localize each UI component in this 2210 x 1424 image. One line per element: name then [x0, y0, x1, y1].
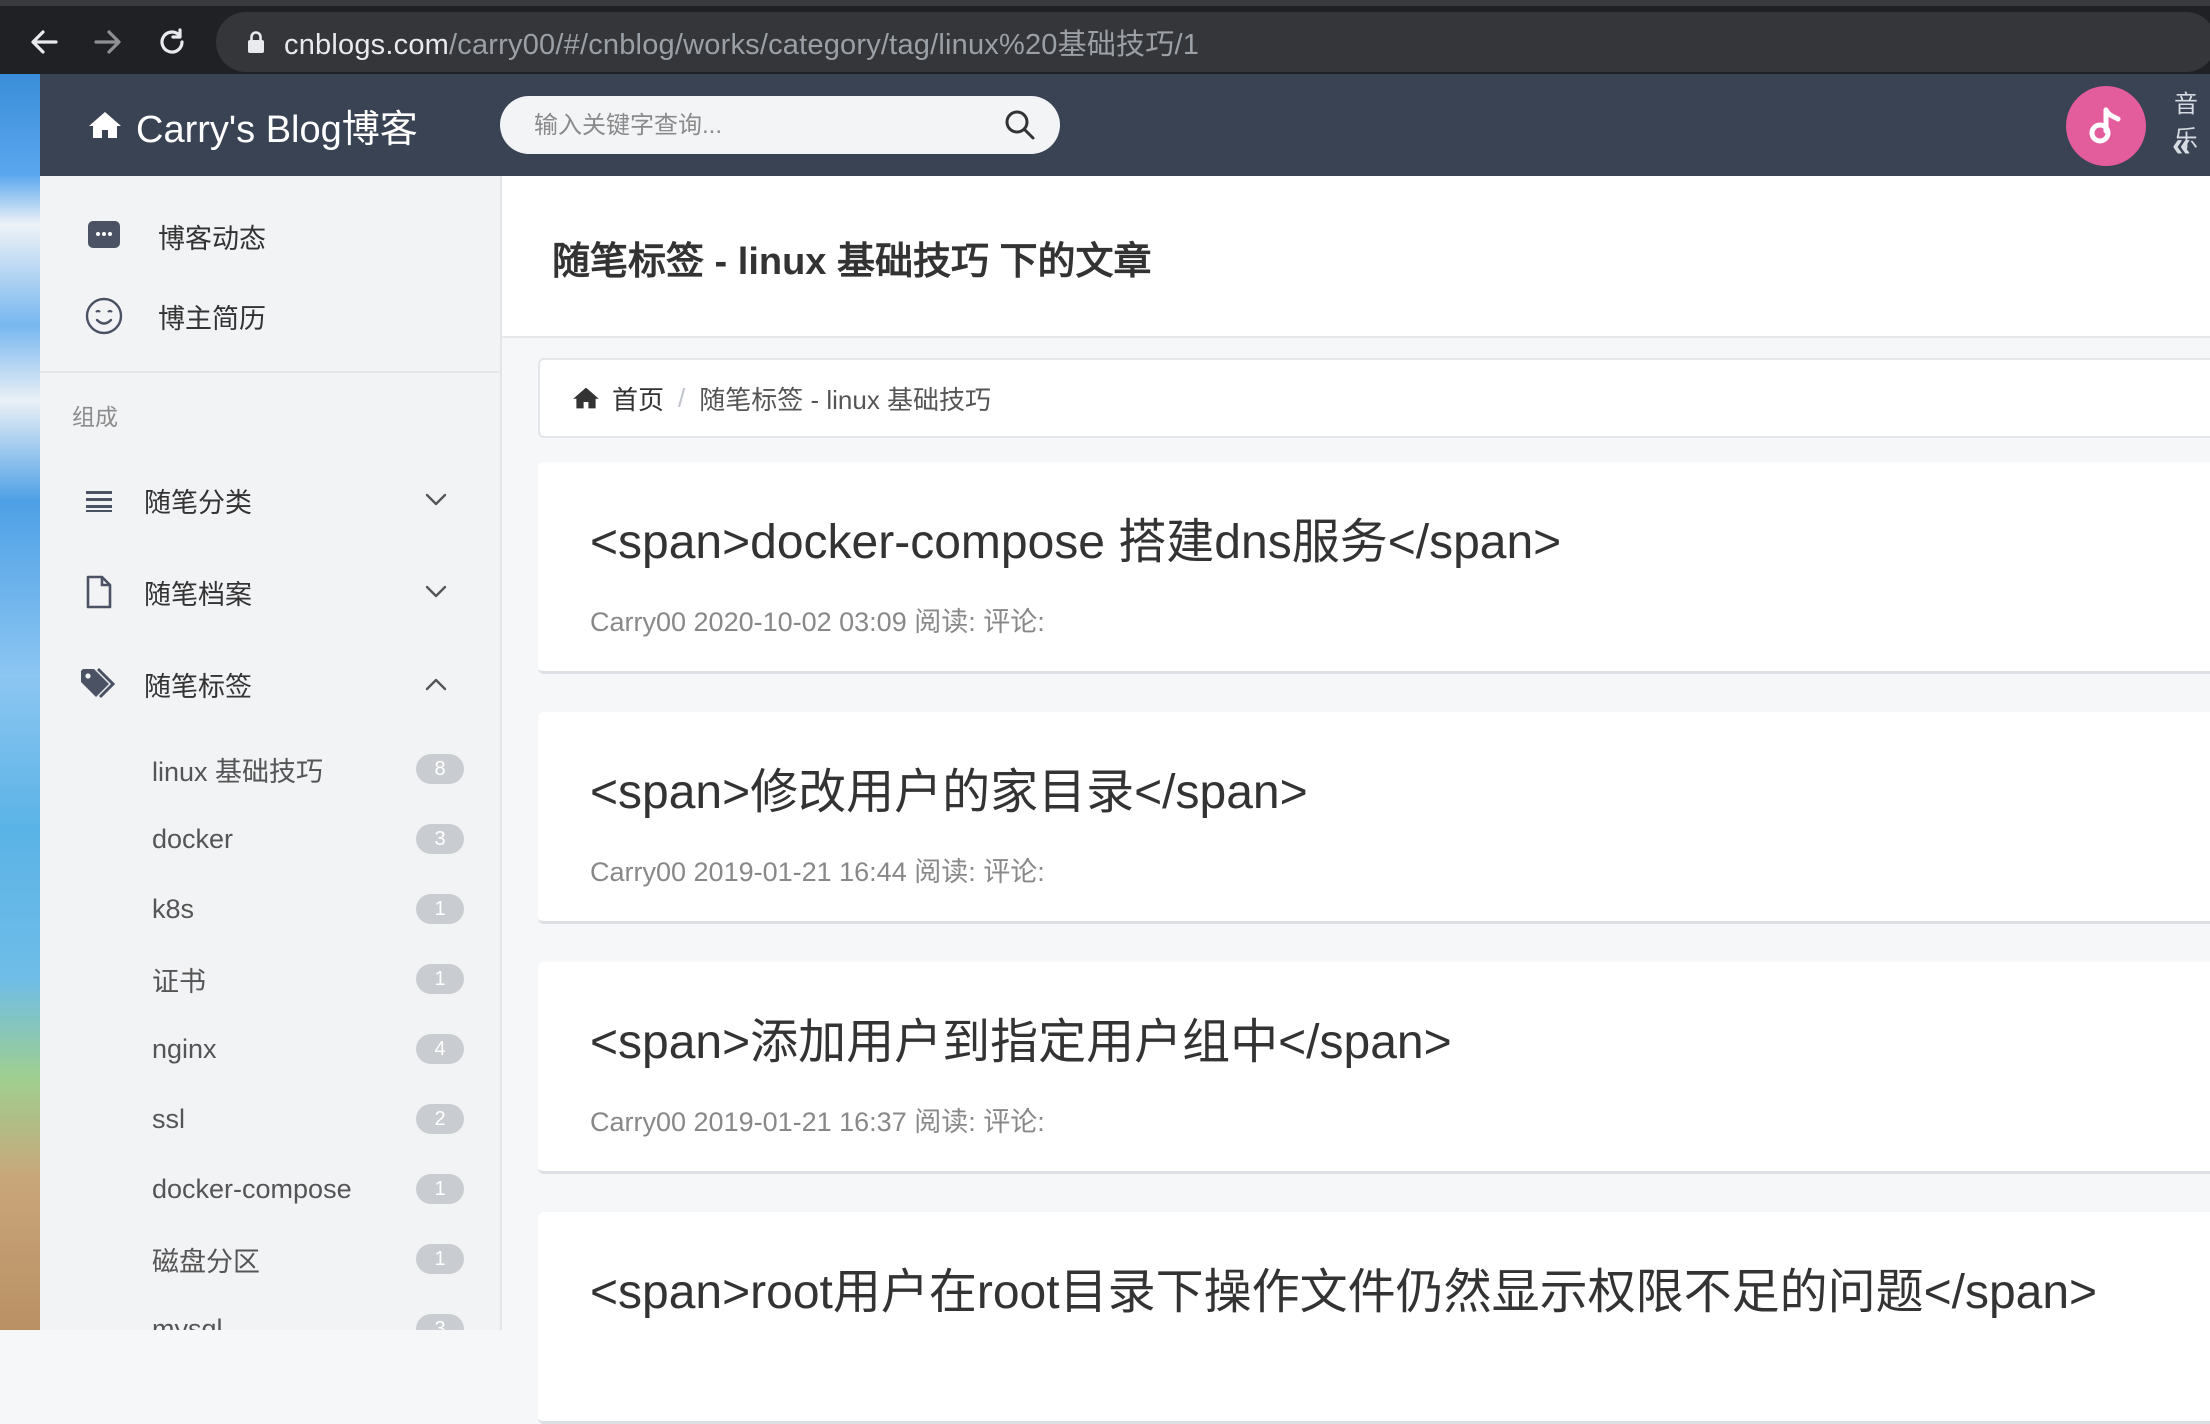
post-card[interactable]: <span>修改用户的家目录</span> Carry00 2019-01-21…	[538, 712, 2210, 924]
sidebar-group-label: 随笔分类	[144, 487, 252, 518]
page-header: 随笔标签 - linux 基础技巧 下的文章	[502, 176, 2210, 338]
arrow-right-icon	[94, 30, 121, 54]
tag-count-badge: 1	[416, 1174, 464, 1204]
tag-label: ssl	[152, 1103, 185, 1134]
brand-title: Carry's Blog博客	[136, 108, 418, 151]
search-icon	[1005, 110, 1035, 140]
tag-item[interactable]: k8s 1	[40, 879, 500, 939]
back-button[interactable]	[16, 14, 72, 70]
collapse-panel-button[interactable]: «	[2172, 126, 2191, 165]
search-input[interactable]	[500, 96, 1006, 156]
tag-item[interactable]: 证书 1	[40, 949, 500, 1009]
search-button[interactable]	[1004, 109, 1036, 141]
search-box	[500, 96, 1060, 156]
sidebar-item-blog-activity[interactable]: 博客动态	[40, 196, 500, 276]
tag-count-badge: 8	[416, 754, 464, 784]
url-text: cnblogs.com/carry00/#/cnblog/works/categ…	[284, 21, 1199, 63]
sidebar: 博客动态 博主简历 组成 随笔分类 随笔档案 随笔标签 linux 基础技巧 8…	[40, 176, 502, 1330]
url-host: cnblogs.com	[284, 29, 449, 61]
sidebar-group-archives[interactable]: 随笔档案	[40, 557, 500, 627]
forward-button[interactable]	[80, 14, 136, 70]
sidebar-section-title: 组成	[72, 404, 118, 430]
sidebar-item-resume[interactable]: 博主简历	[40, 276, 500, 356]
sidebar-group-tags[interactable]: 随笔标签	[40, 649, 500, 719]
tag-label: nginx	[152, 1033, 217, 1064]
breadcrumb-separator: /	[678, 382, 686, 413]
reload-button[interactable]	[144, 14, 200, 70]
chat-icon	[84, 216, 124, 256]
post-title[interactable]: <span>添加用户到指定用户组中</span>	[590, 1002, 1452, 1072]
tag-count-badge: 3	[416, 824, 464, 854]
tag-item[interactable]: 磁盘分区 1	[40, 1229, 500, 1289]
breadcrumb-current: 随笔标签 - linux 基础技巧	[699, 384, 992, 415]
tag-label: k8s	[152, 893, 195, 924]
post-title[interactable]: <span>root用户在root目录下操作文件仍然显示权限不足的问题</spa…	[590, 1252, 2097, 1322]
tag-count-badge: 1	[416, 894, 464, 924]
tag-count-badge: 1	[416, 1244, 464, 1274]
chevron-down-icon	[422, 486, 450, 514]
sidebar-item-label: 博主简历	[158, 303, 266, 334]
tag-label: 磁盘分区	[152, 1246, 260, 1277]
tag-item[interactable]: nginx 4	[40, 1019, 500, 1079]
tag-label: docker	[152, 823, 234, 854]
tag-item[interactable]: linux 基础技巧 8	[40, 739, 500, 799]
post-title[interactable]: <span>docker-compose 搭建dns服务</span>	[590, 502, 1561, 572]
address-bar[interactable]: cnblogs.com/carry00/#/cnblog/works/categ…	[216, 12, 2210, 72]
breadcrumb: 首页 / 随笔标签 - linux 基础技巧	[538, 358, 2210, 438]
sidebar-group-label: 随笔档案	[144, 579, 252, 610]
sidebar-item-label: 博客动态	[158, 223, 266, 254]
browser-toolbar: cnblogs.com/carry00/#/cnblog/works/categ…	[0, 0, 2210, 74]
reload-icon	[160, 28, 184, 54]
music-note-icon	[2089, 107, 2121, 144]
arrow-left-icon	[31, 30, 58, 54]
sidebar-group-label: 随笔标签	[144, 671, 252, 702]
tag-label: linux 基础技巧	[152, 756, 324, 787]
list-icon	[78, 479, 120, 521]
url-path: /carry00/#/cnblog/works/category/tag/lin…	[449, 29, 1200, 61]
tags-icon	[78, 663, 120, 705]
sidebar-group-categories[interactable]: 随笔分类	[40, 465, 500, 535]
desktop-wallpaper	[0, 74, 40, 1330]
breadcrumb-home-link[interactable]: 首页	[612, 380, 664, 417]
post-card[interactable]: <span>docker-compose 搭建dns服务</span> Carr…	[538, 462, 2210, 674]
sidebar-divider	[40, 371, 500, 373]
music-player-button[interactable]	[2066, 86, 2146, 166]
tag-label: 证书	[152, 966, 206, 997]
tag-count-badge: 4	[416, 1034, 464, 1064]
tag-count-badge: 1	[416, 964, 464, 994]
page-title: 随笔标签 - linux 基础技巧 下的文章	[552, 241, 1152, 283]
blog-brand[interactable]: Carry's Blog博客	[88, 100, 418, 151]
site-header: Carry's Blog博客 音乐 «	[40, 74, 2210, 176]
chevron-down-icon	[422, 578, 450, 606]
file-icon	[78, 571, 120, 613]
home-icon	[572, 386, 600, 410]
smiley-icon	[84, 296, 124, 336]
tag-count-badge: 3	[416, 1314, 464, 1330]
tag-item[interactable]: docker-compose 1	[40, 1159, 500, 1219]
tag-count-badge: 2	[416, 1104, 464, 1134]
post-meta: Carry00 2020-10-02 03:09 阅读: 评论:	[590, 607, 1045, 637]
post-meta: Carry00 2019-01-21 16:44 阅读: 评论:	[590, 857, 1045, 887]
tag-label: mysql	[152, 1313, 223, 1331]
tag-label: docker-compose	[152, 1173, 352, 1204]
post-title[interactable]: <span>修改用户的家目录</span>	[590, 752, 1308, 822]
post-card[interactable]: <span>添加用户到指定用户组中</span> Carry00 2019-01…	[538, 962, 2210, 1174]
tag-item[interactable]: mysql 3	[40, 1299, 500, 1330]
post-card[interactable]: <span>root用户在root目录下操作文件仍然显示权限不足的问题</spa…	[538, 1212, 2210, 1424]
tag-item[interactable]: docker 3	[40, 809, 500, 869]
chevron-up-icon	[422, 670, 450, 698]
post-meta: Carry00 2019-01-21 16:37 阅读: 评论:	[590, 1107, 1045, 1137]
home-icon	[88, 110, 122, 140]
tag-item[interactable]: ssl 2	[40, 1089, 500, 1149]
lock-icon	[238, 24, 274, 60]
